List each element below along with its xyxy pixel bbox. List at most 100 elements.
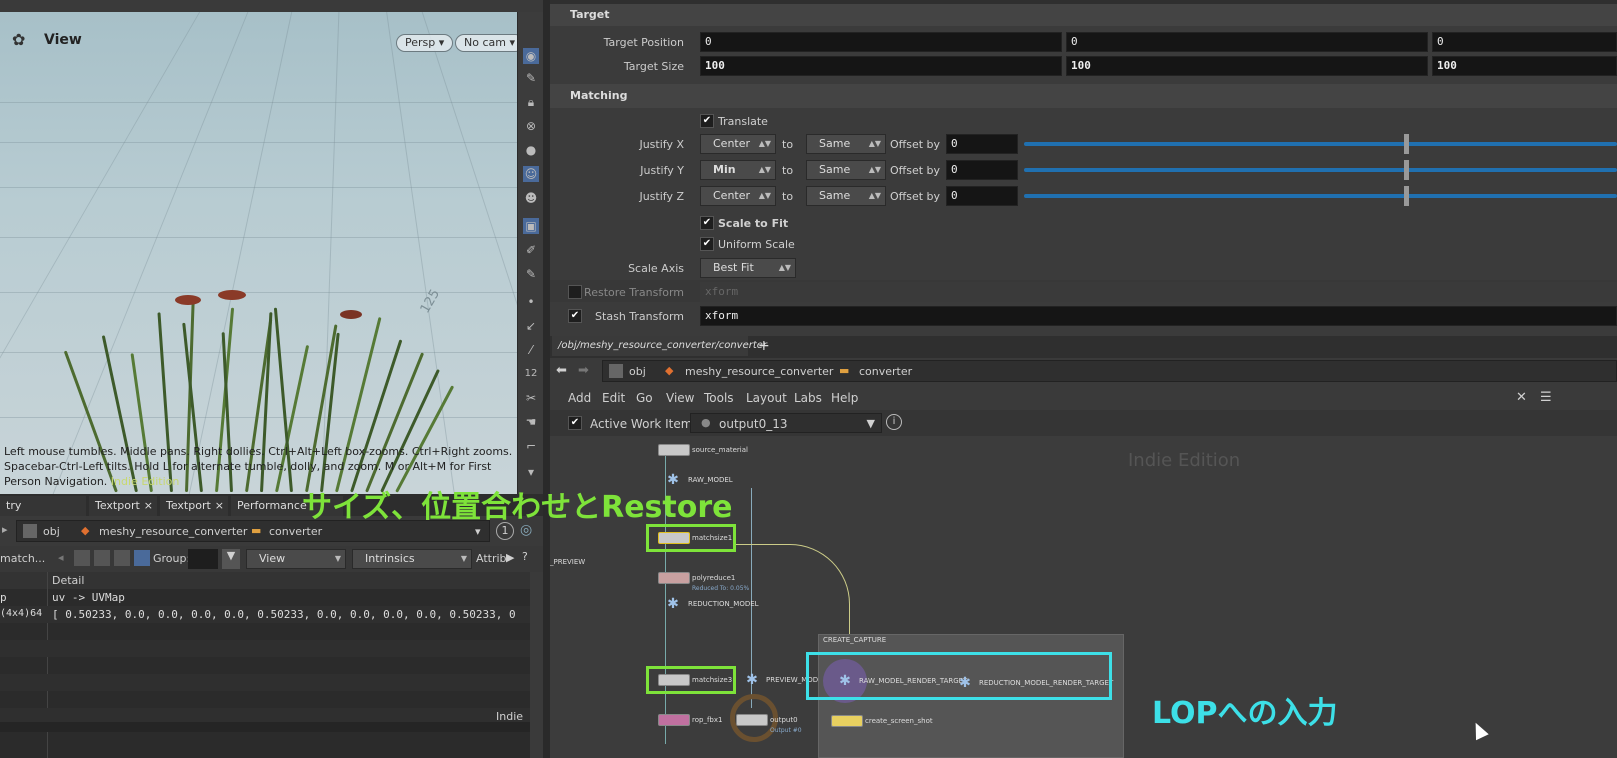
active-work-item-dropdown[interactable]: ● output0_13 ▼ [690,413,882,433]
group-input[interactable] [188,549,218,569]
uniform-scale-checkbox[interactable]: ✔ [700,237,714,251]
number-icon[interactable]: 12 [523,366,539,382]
breadcrumb-meshy[interactable]: meshy_resource_converter [99,525,247,538]
offset-z-slider[interactable] [1024,194,1617,198]
view-dropdown[interactable]: View ▼ [246,549,346,569]
measure-icon[interactable]: ⌐ [523,438,539,454]
scale-axis-dropdown[interactable]: Best Fit ▲▼ [700,258,796,278]
tab-network[interactable]: /obj/meshy_resource_converter/converter× [552,336,767,371]
justify-x-to-dropdown[interactable]: Same ▲▼ [806,134,886,154]
forward-arrow-icon[interactable]: ➡ [578,363,589,378]
restore-transform-field[interactable]: xform [700,282,1617,302]
target-position-z[interactable]: 0 [1432,32,1617,52]
target-size-y[interactable]: 100 [1066,56,1428,76]
breadcrumb-meshy[interactable]: meshy_resource_converter [685,365,833,378]
stash-transform-field[interactable]: xform [700,306,1617,326]
menu-go[interactable]: Go [636,391,653,405]
create-screen-shot-node[interactable] [831,715,863,727]
wrench-icon[interactable]: ✕ [1516,390,1527,405]
active-work-item-checkbox[interactable]: ✔ [568,416,582,430]
brush-icon[interactable]: ✐ [523,242,539,258]
breadcrumb-converter[interactable]: converter [269,525,322,538]
help-icon[interactable]: ? [522,550,528,563]
slider-handle[interactable] [1404,160,1409,180]
close-icon[interactable]: × [215,496,224,516]
table-row[interactable]: p uv -> UVMap [0,589,530,606]
point-icon[interactable]: • [523,294,539,310]
paint-icon[interactable]: ✎ [523,266,539,282]
lock-icon[interactable]: 🔒︎ [523,94,539,110]
menu-help[interactable]: Help [831,391,858,405]
slider-handle[interactable] [1404,134,1409,154]
target-position-x[interactable]: 0 [700,32,1062,52]
menu-labs[interactable]: Labs [794,391,822,405]
tab-spreadsheet[interactable]: try Spreadsheet [0,496,86,532]
output0-node[interactable] [736,714,768,726]
prev-icon[interactable]: ◂ [58,551,64,564]
collapse-icon[interactable]: ▾ [523,464,539,480]
offset-z-field[interactable]: 0 [946,186,1018,206]
menu-tools[interactable]: Tools [704,391,734,405]
camera-icon[interactable]: ▣ [523,218,539,234]
close-icon[interactable]: × [144,496,153,516]
target-size-x[interactable]: 100 [700,56,1062,76]
scale-to-fit-checkbox[interactable]: ✔ [700,216,714,230]
menu-edit[interactable]: Edit [602,391,625,405]
skull-icon[interactable]: ☺ [523,166,539,182]
slider-handle[interactable] [1404,186,1409,206]
persp-button[interactable]: Persp ▾ [396,34,454,52]
rop-fbx1-node[interactable] [658,714,690,726]
reduction-model-node[interactable]: ✱ [665,596,681,612]
table-row[interactable]: (4x4)64 [ 0.50233, 0.0, 0.0, 0.0, 0.0, 0… [0,606,530,623]
offset-y-field[interactable]: 0 [946,160,1018,180]
detail-icon[interactable] [134,550,150,566]
breadcrumb-obj[interactable]: obj [43,525,60,538]
dropper-icon[interactable]: ⁄ [523,342,539,358]
filter-icon[interactable]: ▼ [222,549,240,569]
justify-y-to-dropdown[interactable]: Same ▲▼ [806,160,886,180]
target-position-y[interactable]: 0 [1066,32,1428,52]
translate-checkbox[interactable]: ✔ [700,114,714,128]
offset-y-slider[interactable] [1024,168,1617,172]
section-target[interactable]: Target [550,4,1617,26]
primitives-icon[interactable] [114,550,130,566]
add-tab-icon[interactable]: + [758,338,770,354]
back-icon[interactable]: ▸ [2,523,8,536]
target-size-z[interactable]: 100 [1432,56,1617,76]
source-material-node[interactable] [658,444,690,456]
menu-layout[interactable]: Layout [746,391,787,405]
breadcrumb-converter[interactable]: converter [859,365,912,378]
preview-model-node[interactable]: ✱ [744,672,760,688]
snap-icon[interactable]: ✂ [523,390,539,406]
polyreduce1-node[interactable] [658,572,690,584]
section-matching[interactable]: Matching [550,84,1617,108]
info-icon[interactable]: i [886,414,902,430]
offset-x-slider[interactable] [1024,142,1617,146]
tab-textport-2[interactable]: Textport × [160,496,228,516]
viewport[interactable]: 125 ✿ View Persp ▾ No cam ▾ Left mouse t… [0,12,534,494]
ghost-icon[interactable]: ☻ [523,190,539,206]
hand-icon[interactable]: ☚ [523,414,539,430]
list-icon[interactable]: ☰ [1540,390,1552,405]
justify-x-dropdown[interactable]: Center ▲▼ [700,134,776,154]
points-icon[interactable] [74,550,90,566]
pencil-icon[interactable]: ✎ [523,70,539,86]
justify-y-dropdown[interactable]: Min ▲▼ [700,160,776,180]
eye-icon[interactable]: ◉ [523,48,539,64]
menu-add[interactable]: Add [568,391,591,405]
vertices-icon[interactable] [94,550,110,566]
camera-button[interactable]: No cam ▾ [455,34,524,52]
close-circle-icon[interactable]: ⊗ [523,118,539,134]
menu-view[interactable]: View [666,391,694,405]
breadcrumb-obj[interactable]: obj [629,365,646,378]
horizontal-scrollbar[interactable] [0,722,530,732]
offset-x-field[interactable]: 0 [946,134,1018,154]
justify-z-to-dropdown[interactable]: Same ▲▼ [806,186,886,206]
intrinsics-dropdown[interactable]: Intrinsics ▼ [352,549,472,569]
line-icon[interactable]: ↙ [523,318,539,334]
chevron-down-icon[interactable]: ▾ [475,525,481,538]
tab-textport-1[interactable]: Textport × [89,496,157,516]
sphere-icon[interactable]: ● [523,142,539,158]
back-arrow-icon[interactable]: ⬅ [556,363,567,378]
justify-z-dropdown[interactable]: Center ▲▼ [700,186,776,206]
